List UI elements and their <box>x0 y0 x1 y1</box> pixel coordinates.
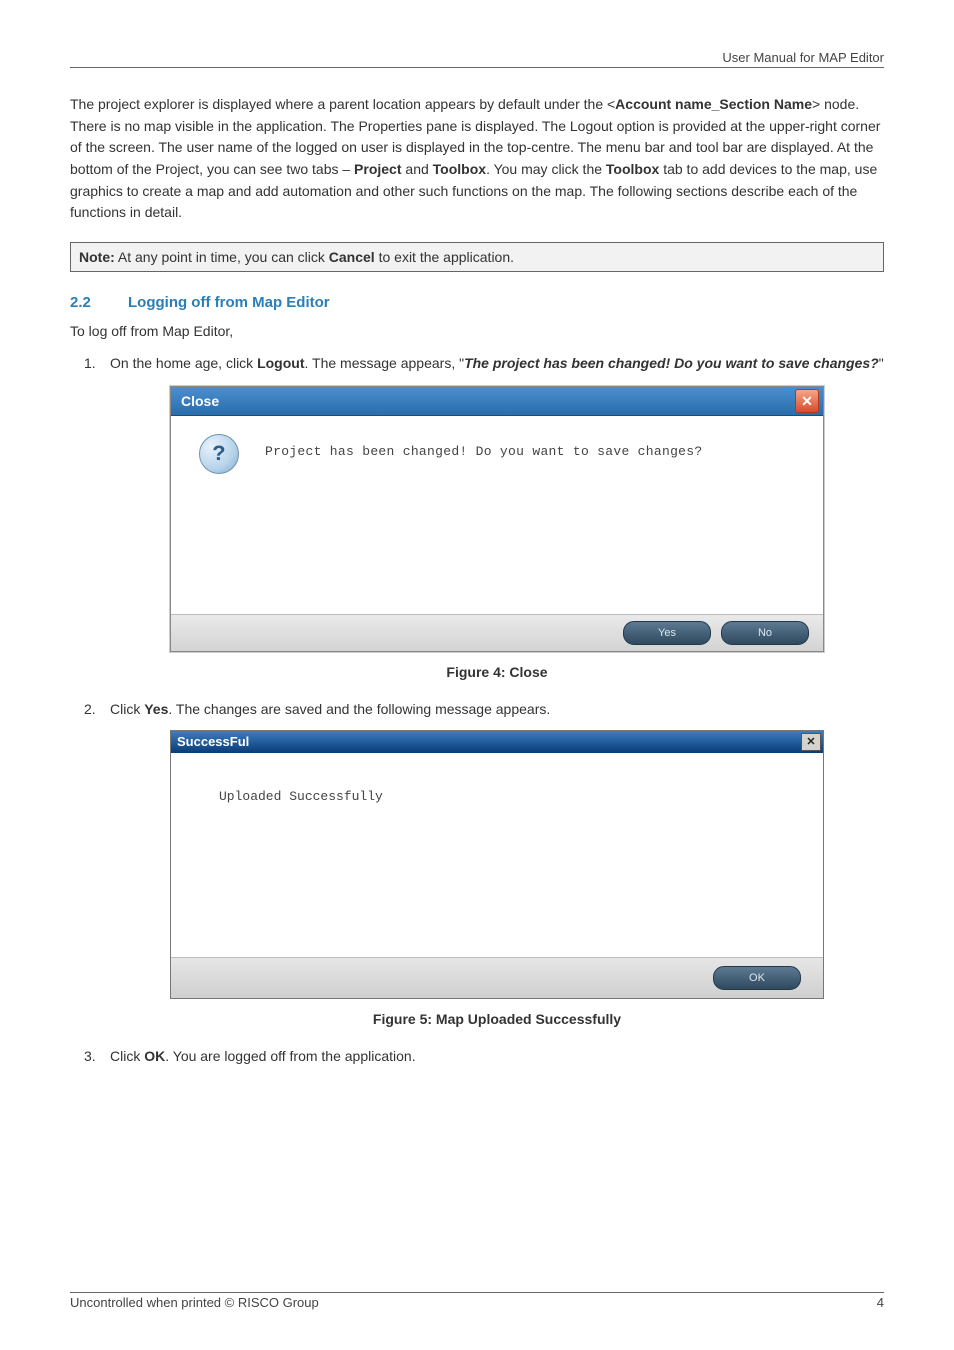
step2-yes: Yes <box>144 701 168 717</box>
close-dialog-body: ? Project has been changed! Do you want … <box>171 416 823 614</box>
note-box: Note: At any point in time, you can clic… <box>70 242 884 272</box>
successful-dialog-body: Uploaded Successfully <box>171 753 823 957</box>
page-header: User Manual for MAP Editor <box>70 50 884 68</box>
successful-dialog: SuccessFul ✕ Uploaded Successfully OK <box>170 730 824 999</box>
step1-mid: . The message appears, " <box>305 355 465 371</box>
question-icon: ? <box>199 434 239 474</box>
step2-pre: Click <box>110 701 144 717</box>
note-cancel: Cancel <box>329 249 375 265</box>
section-number: 2.2 <box>70 294 128 311</box>
step-2: Click Yes. The changes are saved and the… <box>84 699 884 1030</box>
step1-pre: On the home age, click <box>110 355 257 371</box>
footer-left: Uncontrolled when printed © RISCO Group <box>70 1295 319 1310</box>
successful-dialog-titlebar: SuccessFul ✕ <box>171 731 823 753</box>
step1-message: The project has been changed! Do you wan… <box>464 355 879 371</box>
close-dialog: Close ✕ ? Project has been changed! Do y… <box>170 386 824 652</box>
ok-button[interactable]: OK <box>713 966 801 990</box>
page-footer: Uncontrolled when printed © RISCO Group … <box>70 1292 884 1310</box>
section-title: Logging off from Map Editor <box>128 294 330 311</box>
para1-pre: The project explorer is displayed where … <box>70 96 615 112</box>
step2-post: . The changes are saved and the followin… <box>168 701 550 717</box>
step1-logout: Logout <box>257 355 304 371</box>
yes-button[interactable]: Yes <box>623 621 711 645</box>
footer-pagenum: 4 <box>877 1295 884 1310</box>
para1-mid2: and <box>402 161 433 177</box>
step3-ok: OK <box>144 1048 165 1064</box>
successful-dialog-title: SuccessFul <box>177 732 249 752</box>
close-dialog-footer: Yes No <box>171 614 823 651</box>
section-intro: To log off from Map Editor, <box>70 323 884 339</box>
close-dialog-message: Project has been changed! Do you want to… <box>265 434 702 462</box>
close-dialog-titlebar: Close ✕ <box>171 387 823 416</box>
close-icon[interactable]: ✕ <box>795 389 819 413</box>
successful-dialog-footer: OK <box>171 957 823 998</box>
step-1: On the home age, click Logout. The messa… <box>84 353 884 683</box>
figure5-caption: Figure 5: Map Uploaded Successfully <box>110 1009 884 1030</box>
intro-paragraph: The project explorer is displayed where … <box>70 94 884 224</box>
step1-post: " <box>879 355 884 371</box>
note-label: Note: <box>79 249 115 265</box>
para1-mid3: . You may click the <box>486 161 606 177</box>
para1-project-bold: Project <box>354 161 401 177</box>
para1-account-bold: Account name_Section Name <box>615 96 812 112</box>
note-mid: At any point in time, you can click <box>115 249 329 265</box>
figure4-caption: Figure 4: Close <box>110 662 884 683</box>
step-3: Click OK. You are logged off from the ap… <box>84 1046 884 1067</box>
para1-toolbox-bold2: Toolbox <box>606 161 659 177</box>
no-button[interactable]: No <box>721 621 809 645</box>
close-icon[interactable]: ✕ <box>801 733 821 751</box>
close-dialog-title: Close <box>181 391 219 412</box>
header-title: User Manual for MAP Editor <box>722 50 884 65</box>
note-post: to exit the application. <box>375 249 514 265</box>
step3-pre: Click <box>110 1048 144 1064</box>
step3-post: . You are logged off from the applicatio… <box>165 1048 415 1064</box>
para1-toolbox-bold1: Toolbox <box>433 161 486 177</box>
successful-dialog-message: Uploaded Successfully <box>219 787 823 807</box>
section-heading: 2.2Logging off from Map Editor <box>70 294 884 311</box>
